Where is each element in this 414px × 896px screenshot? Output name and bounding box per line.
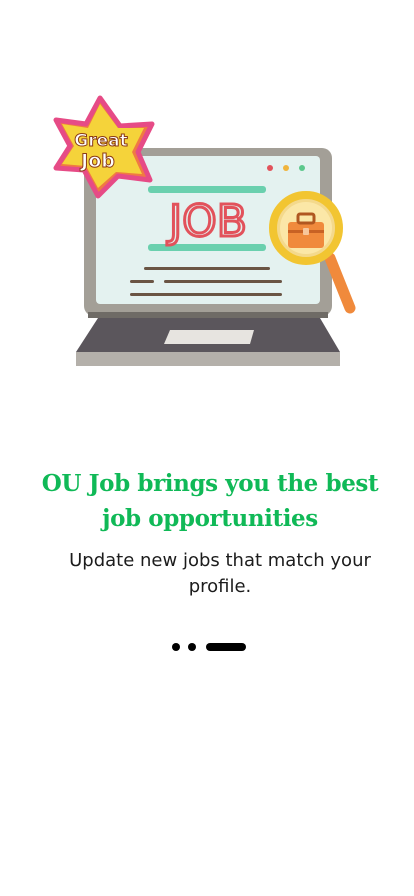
sticker-text-great: Great	[74, 131, 127, 151]
sticker-text-job: Job	[79, 150, 115, 172]
page-dot-2[interactable]	[188, 643, 196, 651]
page-dot-3-active[interactable]	[206, 643, 246, 651]
page-dot-1[interactable]	[172, 643, 180, 651]
onboarding-subtitle: Update new jobs that match your profile.	[69, 550, 371, 597]
onboarding-illustration: JOB Great Job	[53, 95, 356, 366]
onboarding-title: OU Job brings you the best job opportuni…	[41, 470, 379, 532]
screen-job-text: JOB	[166, 196, 247, 247]
page-indicator	[172, 643, 246, 651]
